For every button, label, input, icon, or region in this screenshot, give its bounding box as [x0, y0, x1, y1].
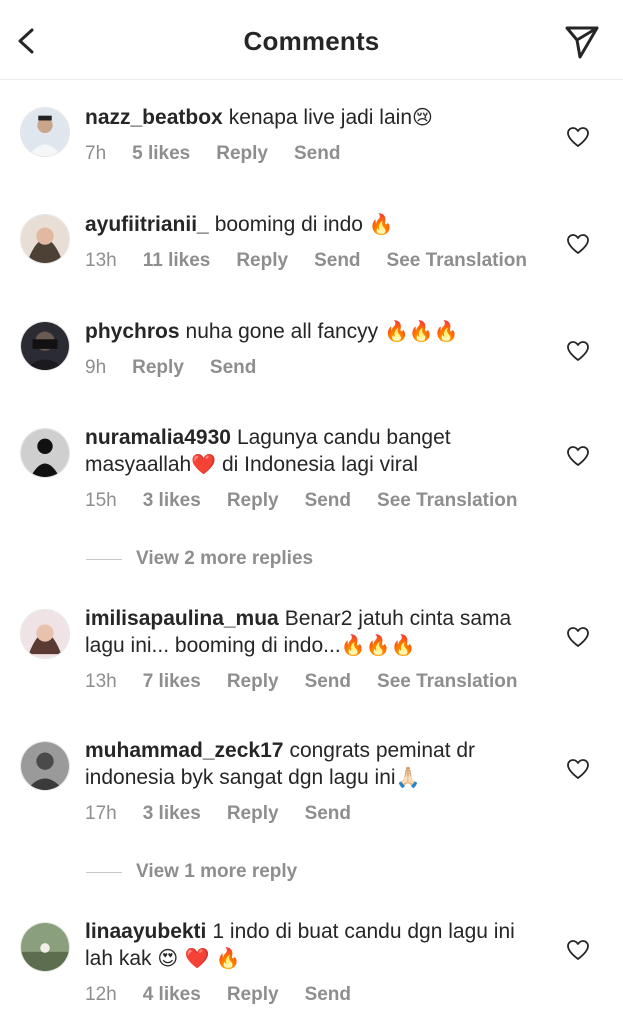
- avatar[interactable]: [20, 609, 70, 659]
- reply-button[interactable]: Reply: [216, 143, 268, 165]
- comment-time: 17h: [85, 803, 117, 824]
- send-button[interactable]: Send: [305, 490, 351, 512]
- replies-divider: [86, 871, 122, 873]
- see-translation-button[interactable]: See Translation: [387, 250, 527, 272]
- reply-button[interactable]: Reply: [227, 984, 279, 1006]
- comment-username[interactable]: phychros: [85, 320, 180, 343]
- see-translation-button[interactable]: See Translation: [377, 490, 517, 512]
- comment-username[interactable]: muhammad_zeck17: [85, 739, 283, 762]
- heart-icon[interactable]: [566, 939, 590, 961]
- comment-time: 12h: [85, 984, 117, 1005]
- likes-count[interactable]: 5 likes: [132, 143, 190, 165]
- heart-icon[interactable]: [566, 340, 590, 362]
- likes-count[interactable]: 3 likes: [143, 490, 201, 512]
- comment-text: linaayubekti 1 indo di buat candu dgn lag…: [85, 920, 515, 970]
- avatar[interactable]: [20, 107, 70, 157]
- send-button[interactable]: Send: [294, 143, 340, 165]
- view-more-replies-button[interactable]: View 2 more replies: [86, 548, 313, 570]
- comment-text: imilisapaulina_mua Benar2 jatuh cinta sam…: [85, 607, 512, 657]
- top-bar: Comments: [0, 0, 623, 80]
- avatar[interactable]: [20, 922, 70, 972]
- avatar[interactable]: [20, 214, 70, 264]
- reply-button[interactable]: Reply: [132, 357, 184, 379]
- reply-button[interactable]: Reply: [236, 250, 288, 272]
- heart-icon[interactable]: [566, 626, 590, 648]
- likes-count[interactable]: 11 likes: [143, 250, 211, 272]
- send-button[interactable]: Send: [314, 250, 360, 272]
- reply-button[interactable]: Reply: [227, 803, 279, 825]
- comment-username[interactable]: nuramalia4930: [85, 426, 231, 449]
- comment-meta: 13h 11 likes Reply Send See Translation: [85, 250, 545, 272]
- page-title: Comments: [243, 26, 380, 56]
- comment-time: 13h: [85, 671, 117, 692]
- comment-meta: 12h 4 likes Reply Send: [85, 984, 545, 1006]
- comment-username[interactable]: linaayubekti: [85, 920, 206, 943]
- comment-text: nazz_beatbox kenapa live jadi lain😢: [85, 105, 433, 129]
- comment-meta: 17h 3 likes Reply Send: [85, 803, 545, 825]
- reply-button[interactable]: Reply: [227, 671, 279, 693]
- comment-time: 13h: [85, 250, 117, 271]
- comment-time: 7h: [85, 143, 107, 164]
- likes-count[interactable]: 4 likes: [143, 984, 201, 1006]
- avatar[interactable]: [20, 321, 70, 371]
- comment-time: 9h: [85, 357, 107, 378]
- heart-icon[interactable]: [566, 126, 590, 148]
- heart-icon[interactable]: [566, 233, 590, 255]
- comment-text: ayufiitrianii_ booming di indo 🔥: [85, 212, 394, 236]
- comment-meta: 15h 3 likes Reply Send See Translation: [85, 490, 545, 512]
- comment-text: phychros nuha gone all fancyy 🔥🔥🔥: [85, 319, 459, 343]
- likes-count[interactable]: 3 likes: [143, 803, 201, 825]
- send-button[interactable]: Send: [305, 984, 351, 1006]
- view-more-replies-button[interactable]: View 1 more reply: [86, 861, 297, 883]
- see-translation-button[interactable]: See Translation: [377, 671, 517, 693]
- comment-meta: 7h 5 likes Reply Send: [85, 143, 545, 165]
- reply-button[interactable]: Reply: [227, 490, 279, 512]
- send-button[interactable]: Send: [305, 803, 351, 825]
- heart-icon[interactable]: [566, 758, 590, 780]
- comment-username[interactable]: nazz_beatbox: [85, 106, 223, 129]
- avatar[interactable]: [20, 428, 70, 478]
- comment-meta: 9h Reply Send: [85, 357, 545, 379]
- comment-username[interactable]: imilisapaulina_mua: [85, 607, 279, 630]
- comment-text: muhammad_zeck17 congrats peminat dr indon…: [85, 739, 476, 789]
- comment-text: nuramalia4930 Lagunya candu banget masyaa…: [85, 426, 451, 476]
- direct-send-icon[interactable]: [563, 22, 601, 60]
- send-button[interactable]: Send: [305, 671, 351, 693]
- send-button[interactable]: Send: [210, 357, 256, 379]
- comment-username[interactable]: ayufiitrianii_: [85, 213, 209, 236]
- likes-count[interactable]: 7 likes: [143, 671, 201, 693]
- replies-divider: [86, 558, 122, 560]
- heart-icon[interactable]: [566, 445, 590, 467]
- avatar[interactable]: [20, 741, 70, 791]
- comment-meta: 13h 7 likes Reply Send See Translation: [85, 671, 545, 693]
- comment-time: 15h: [85, 490, 117, 511]
